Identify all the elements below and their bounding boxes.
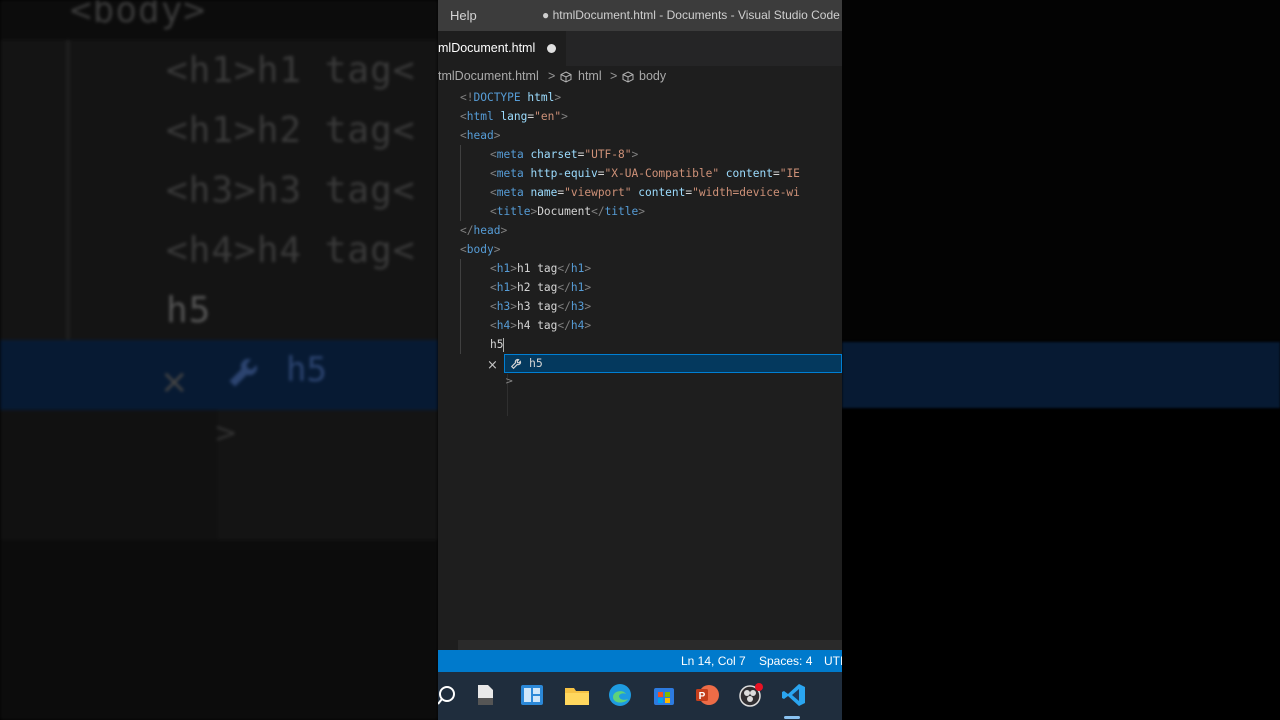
code-line-1: <!DOCTYPE html> [460,91,562,104]
bg-suggest-band [0,340,438,410]
active-app-indicator [784,716,800,719]
indent-guide [460,259,461,354]
chevron-right-icon[interactable]: > [505,376,513,387]
code-line-5: <meta http-equiv="X-UA-Compatible" conte… [490,167,800,180]
background-zoom-left: <body> <h1>h1 tag< <h1>h2 tag< <h3>h3 ta… [0,0,438,720]
code-line-6: <meta name="viewport" content="width=dev… [490,186,800,199]
code-line-10: <h1>h1 tag</h1> [490,262,592,275]
svg-text:P: P [699,691,706,702]
code-line-12: <h3>h3 tag</h3> [490,300,592,313]
symbol-element-icon [560,71,572,83]
breadcrumb-html[interactable]: html [578,69,602,83]
bg-line-h1: <h1>h1 tag< [166,50,416,91]
bg-suggest-band-right [842,342,1280,408]
file-icon[interactable] [472,682,498,708]
wrench-icon [510,356,524,373]
suggest-label: h5 [529,356,543,370]
status-bar: Ln 14, Col 7 Spaces: 4 UTI [438,650,842,672]
vscode-icon[interactable] [781,682,807,708]
file-explorer-icon[interactable] [564,682,590,708]
code-line-2: <html lang="en"> [460,110,568,123]
bg-chevron-icon: > [214,416,238,449]
text-cursor [503,338,505,352]
horizontal-scrollbar[interactable] [458,640,842,650]
vscode-window: Help ● htmlDocument.html - Documents - V… [438,0,842,720]
tab-label: mlDocument.html [438,41,536,55]
bg-close-icon: × [160,362,189,402]
breadcrumb: tmlDocument.html > html > body [438,66,842,88]
bg-suggest-label: h5 [286,350,327,390]
bg-line-h3: <h3>h3 tag< [166,170,416,211]
unsaved-dot-icon[interactable] [547,44,556,53]
powerpoint-icon[interactable]: P [694,682,720,708]
code-line-11: <h1>h2 tag</h1> [490,281,592,294]
tab-html-document[interactable]: mlDocument.html [438,31,566,66]
taskbar: P [438,672,842,720]
breadcrumb-separator: > [548,69,556,83]
code-line-7: <title>Document</title> [490,205,645,218]
suggest-close-icon[interactable]: × [487,358,498,373]
edge-icon[interactable] [607,682,633,708]
status-indentation[interactable]: Spaces: 4 [759,654,812,668]
status-encoding[interactable]: UTI [824,654,842,668]
menu-help[interactable]: Help [450,8,477,23]
bg-line-h2: <h1>h2 tag< [166,110,416,151]
code-line-8: </head> [460,224,508,237]
code-line-4: <meta charset="UTF-8"> [490,148,639,161]
widgets-icon[interactable] [519,682,545,708]
search-icon[interactable] [438,682,460,708]
bg-typed-h5: h5 [166,290,212,331]
obs-icon[interactable] [738,682,764,708]
bg-line-h4: <h4>h4 tag< [166,230,416,271]
tab-bar: mlDocument.html [438,31,842,66]
breadcrumb-file[interactable]: tmlDocument.html [438,69,539,83]
bg-indent-guide [66,40,70,340]
breadcrumb-body[interactable]: body [639,69,666,83]
breadcrumb-separator: > [610,69,618,83]
bg-hint-box [0,410,218,540]
symbol-element-icon [622,71,634,83]
status-cursor-position[interactable]: Ln 14, Col 7 [681,654,746,668]
store-icon[interactable] [651,682,677,708]
indent-guide [460,145,461,221]
suggest-item-h5[interactable]: h5 [504,354,842,373]
code-line-9: <body> [460,243,501,256]
window-title: ● htmlDocument.html - Documents - Visual… [542,8,840,22]
suggest-details-box [438,374,508,416]
code-line-3: <head> [460,129,501,142]
bg-wrench-icon [224,348,268,401]
background-zoom-right [842,0,1280,720]
bg-dark-area [842,0,1280,342]
title-bar: Help ● htmlDocument.html - Documents - V… [438,0,842,31]
code-line-14: h5 [490,338,505,352]
code-line-13: <h4>h4 tag</h4> [490,319,592,332]
bg-body-tag: <body> [70,0,207,31]
